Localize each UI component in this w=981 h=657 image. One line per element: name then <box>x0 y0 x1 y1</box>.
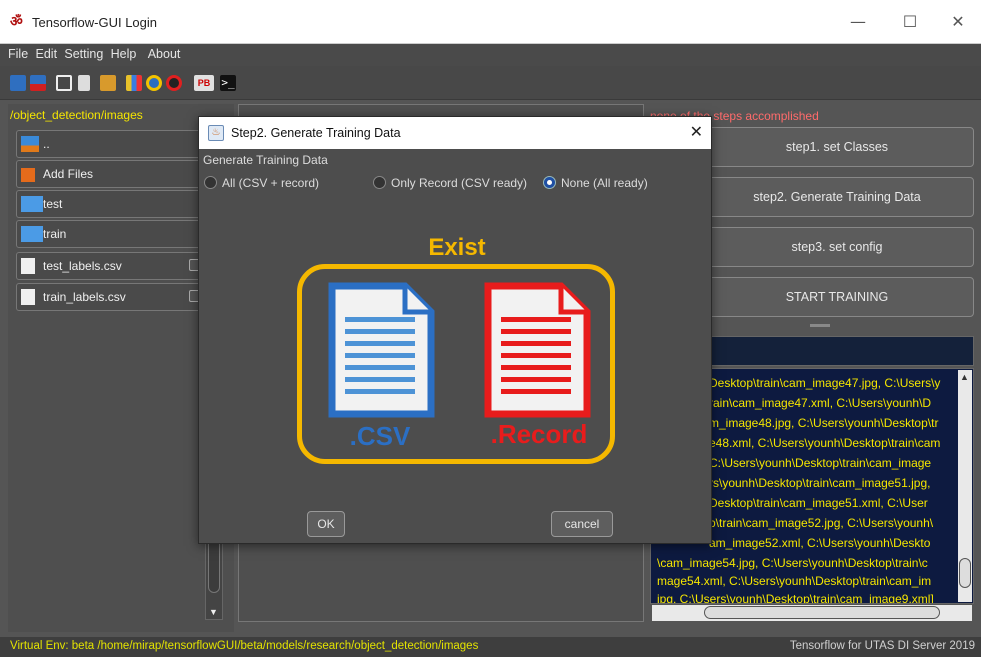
server-label: Tensorflow for UTAS DI Server 2019 <box>789 640 975 652</box>
radio-label: None (All ready) <box>561 176 648 190</box>
scroll-thumb[interactable] <box>959 558 971 588</box>
log-header <box>700 336 974 366</box>
log-line: \cam_image54.jpg, C:\Users\younh\Desktop… <box>657 556 928 570</box>
list-item-label: train <box>43 227 67 241</box>
cancel-button[interactable]: cancel <box>551 511 613 537</box>
csv-label: .CSV <box>349 421 411 451</box>
log-line: jpg, C:\Users\younh\Desktop\train\cam_im… <box>657 592 934 604</box>
step1-set-classes-button[interactable]: step1. set Classes <box>700 127 974 167</box>
radio-dot[interactable] <box>373 176 386 189</box>
dialog-close-button[interactable]: ✕ <box>690 122 703 141</box>
menu-file[interactable]: File <box>8 47 28 61</box>
log-line: mage54.xml, C:\Users\younh\Desktop\train… <box>657 574 932 588</box>
close-window-button[interactable]: ✕ <box>938 8 978 36</box>
list-item-label: train_labels.csv <box>43 290 126 304</box>
log-line: e48.xml, C:\Users\younh\Desktop\train\ca… <box>709 436 941 450</box>
menu-bar: File Edit Setting Help About <box>0 44 981 66</box>
start-training-button[interactable]: START TRAINING <box>700 277 974 317</box>
folder-up-icon <box>21 136 39 152</box>
list-item-file-train-labels[interactable]: train_labels.csv <box>16 283 216 311</box>
log-line: rain\cam_image47.xml, C:\Users\younh\D <box>709 396 932 410</box>
log-line: Desktop\train\cam_image47.jpg, C:\Users\… <box>709 376 941 390</box>
option-group-label: Generate Training Data <box>203 153 328 167</box>
maximize-button[interactable]: ☐ <box>890 8 930 36</box>
dialog-titlebar: ♨ Step2. Generate Training Data ✕ <box>199 117 711 149</box>
minimize-button[interactable]: — <box>838 8 878 36</box>
log-line: C:\Users\younh\Desktop\train\cam_image <box>709 456 932 470</box>
radio-dot-selected[interactable] <box>543 176 556 189</box>
virtual-env-path: Virtual Env: beta /home/mirap/tensorflow… <box>10 640 479 652</box>
menu-help[interactable]: Help <box>111 47 137 61</box>
radio-label: All (CSV + record) <box>222 176 320 190</box>
log-horizontal-scrollbar[interactable] <box>652 605 972 621</box>
zoom-stop-icon[interactable] <box>166 75 182 91</box>
pb-icon[interactable]: PB <box>194 75 214 91</box>
add-files-icon <box>21 168 35 182</box>
file-icon <box>21 289 35 305</box>
open-icon[interactable] <box>30 75 46 91</box>
file-icon <box>21 258 35 274</box>
log-vertical-scrollbar[interactable]: ▲ <box>958 370 972 602</box>
step3-set-config-button[interactable]: step3. set config <box>700 227 974 267</box>
log-line: rs\younh\Desktop\train\cam_image51.jpg, <box>709 476 931 490</box>
window-title: Tensorflow-GUI Login <box>32 15 157 30</box>
current-path-label: /object_detection/images <box>10 108 143 122</box>
log-line: p\train\cam_image52.jpg, C:\Users\younh\ <box>709 516 934 530</box>
csv-file-icon <box>328 282 435 418</box>
radio-label: Only Record (CSV ready) <box>391 176 528 190</box>
record-label: .Record <box>490 419 588 449</box>
list-item-file-test-labels[interactable]: test_labels.csv <box>16 252 216 280</box>
log-line: am_image52.xml, C:\Users\younh\Deskto <box>709 536 931 550</box>
list-item-folder-train[interactable]: train <box>16 220 216 248</box>
step2-generate-data-button[interactable]: step2. Generate Training Data <box>700 177 974 217</box>
folder-icon <box>21 196 43 212</box>
menu-edit[interactable]: Edit <box>36 47 58 61</box>
zoom-icon[interactable] <box>146 75 162 91</box>
list-item-parent-dir[interactable]: .. <box>16 130 216 158</box>
list-item-label: Add Files <box>43 167 94 181</box>
scroll-down-icon[interactable]: ▼ <box>209 607 218 617</box>
list-item-label: test_labels.csv <box>43 259 122 273</box>
log-line: m_image48.jpg, C:\Users\younh\Desktop\tr <box>709 416 939 430</box>
scroll-up-icon[interactable]: ▲ <box>960 372 969 382</box>
chart-icon[interactable] <box>126 75 142 91</box>
status-bar: Virtual Env: beta /home/mirap/tensorflow… <box>0 637 981 657</box>
dialog-title: Step2. Generate Training Data <box>231 126 401 140</box>
ok-button[interactable]: OK <box>307 511 345 537</box>
list-item-add-files[interactable]: Add Files <box>16 160 216 188</box>
generate-training-data-dialog: ♨ Step2. Generate Training Data ✕ Genera… <box>198 116 712 544</box>
radio-dot[interactable] <box>204 176 217 189</box>
folder-icon <box>21 226 43 242</box>
list-item-label: test <box>43 197 63 211</box>
scroll-thumb[interactable] <box>704 606 940 619</box>
delete-icon[interactable] <box>78 75 90 91</box>
menu-setting[interactable]: Setting <box>64 47 103 61</box>
new-icon[interactable] <box>10 75 26 91</box>
check-icon[interactable] <box>56 75 72 91</box>
java-app-icon: ♨ <box>208 125 224 141</box>
list-item-folder-test[interactable]: test <box>16 190 216 218</box>
record-file-icon <box>484 282 591 418</box>
toolbar: PB >_ <box>0 66 981 100</box>
import-icon[interactable] <box>100 75 116 91</box>
window-titlebar: ॐ Tensorflow-GUI Login — ☐ ✕ <box>0 0 981 44</box>
terminal-icon[interactable]: >_ <box>220 75 236 91</box>
log-line: Desktop\train\cam_image51.xml, C:\User <box>709 496 928 510</box>
menu-about[interactable]: About <box>148 47 181 61</box>
split-divider-grip[interactable] <box>810 324 830 327</box>
app-logo-icon: ॐ <box>10 14 23 30</box>
list-item-label: .. <box>43 137 50 151</box>
